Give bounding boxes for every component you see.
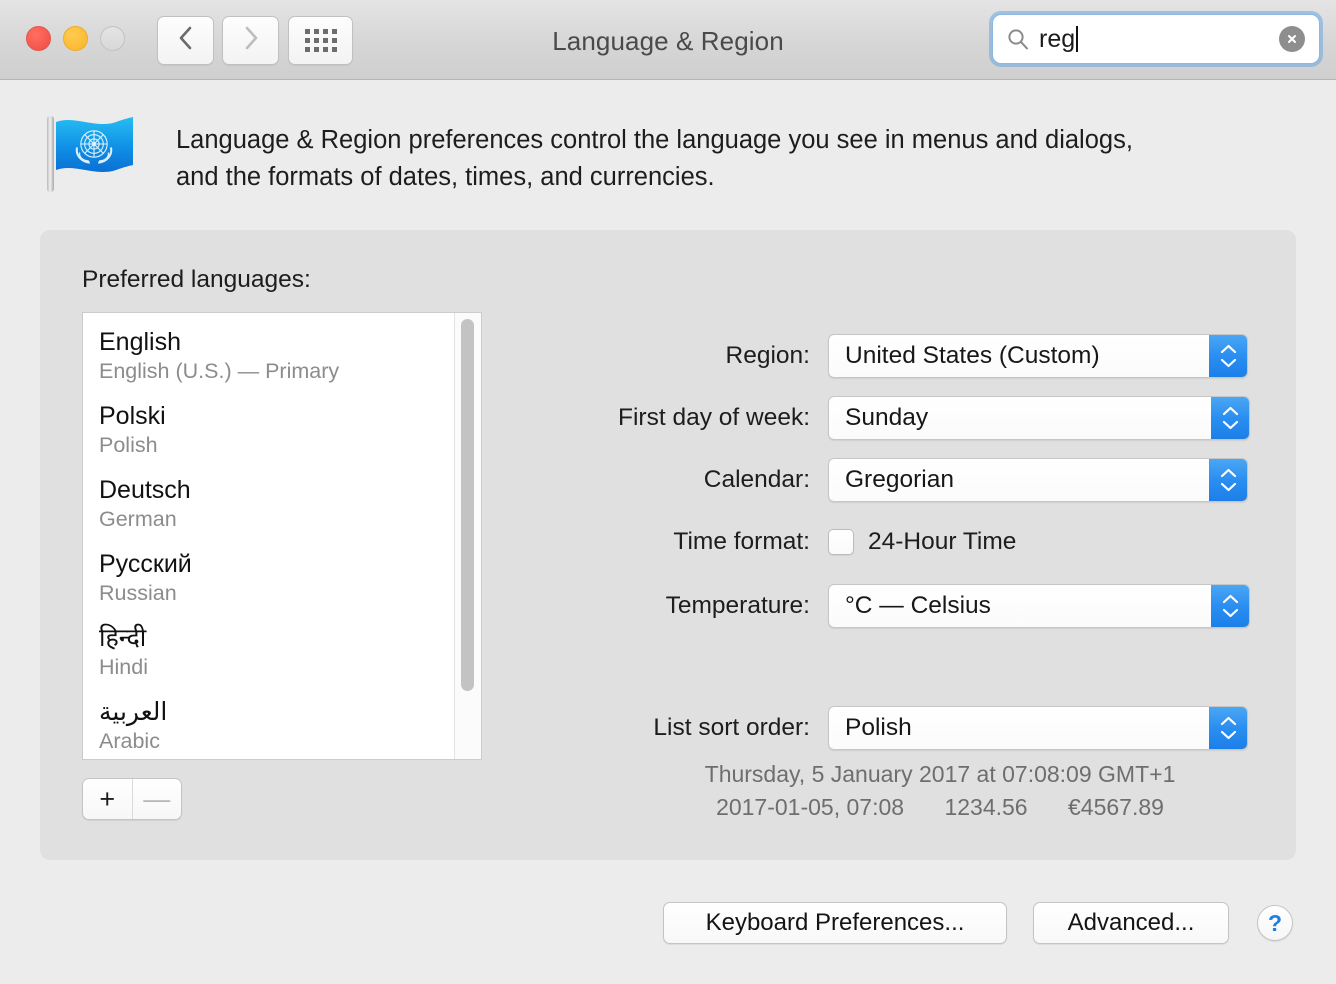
- clear-search-icon[interactable]: [1279, 26, 1305, 52]
- list-item[interactable]: Deutsch German: [83, 475, 455, 533]
- sample-number: 1234.56: [944, 794, 1027, 820]
- list-item[interactable]: Polski Polish: [83, 401, 455, 459]
- preferred-languages-list[interactable]: English English (U.S.) — Primary Polski …: [82, 312, 482, 760]
- 24-hour-time-label: 24-Hour Time: [868, 528, 1016, 556]
- language-list-scrollbar[interactable]: [454, 313, 481, 759]
- language-sub-label: German: [99, 505, 455, 533]
- list-sort-order-label: List sort order:: [560, 714, 828, 742]
- language-native-name: Polski: [99, 401, 455, 431]
- temperature-value: °C — Celsius: [829, 592, 991, 620]
- calendar-label: Calendar:: [560, 466, 828, 494]
- list-sort-order-popup-button[interactable]: Polish: [828, 706, 1248, 750]
- language-sub-label: English (U.S.) — Primary: [99, 357, 455, 385]
- add-remove-language-group: + —: [82, 778, 182, 820]
- keyboard-preferences-button[interactable]: Keyboard Preferences...: [663, 902, 1007, 944]
- calendar-row: Calendar: Gregorian: [560, 458, 1248, 502]
- preferred-languages-label: Preferred languages:: [82, 266, 311, 294]
- list-item[interactable]: हिन्दी Hindi: [83, 623, 455, 681]
- language-region-preferences-window: Language & Region reg: [0, 0, 1336, 984]
- language-native-name: العربية: [99, 697, 455, 727]
- list-sort-order-row: List sort order: Polish: [560, 706, 1248, 750]
- time-format-label: Time format:: [560, 528, 828, 556]
- time-format-row: Time format: 24-Hour Time: [560, 520, 1016, 564]
- 24-hour-time-checkbox[interactable]: [828, 529, 854, 555]
- language-native-name: Deutsch: [99, 475, 455, 505]
- language-native-name: हिन्दी: [99, 623, 455, 653]
- help-button[interactable]: ?: [1257, 905, 1293, 941]
- search-icon: [1007, 28, 1029, 50]
- language-native-name: Русский: [99, 549, 455, 579]
- preferences-header: Language & Region preferences control th…: [0, 80, 1336, 230]
- list-item[interactable]: English English (U.S.) — Primary: [83, 327, 455, 385]
- sample-short-date: 2017-01-05, 07:08: [716, 794, 904, 820]
- scrollbar-thumb[interactable]: [461, 319, 474, 691]
- chevron-up-down-icon[interactable]: [1211, 397, 1249, 439]
- search-input-value[interactable]: reg: [1039, 27, 1075, 52]
- chevron-up-down-icon[interactable]: [1209, 335, 1247, 377]
- description-line-1: Language & Region preferences control th…: [176, 122, 1236, 159]
- first-day-of-week-value: Sunday: [829, 404, 928, 432]
- chevron-up-down-icon[interactable]: [1209, 459, 1247, 501]
- calendar-popup-button[interactable]: Gregorian: [828, 458, 1248, 502]
- region-popup-button[interactable]: United States (Custom): [828, 334, 1248, 378]
- settings-panel: Preferred languages: English English (U.…: [40, 230, 1296, 860]
- temperature-popup-button[interactable]: °C — Celsius: [828, 584, 1250, 628]
- first-day-of-week-label: First day of week:: [560, 404, 828, 432]
- language-sub-label: Russian: [99, 579, 455, 607]
- first-day-of-week-popup-button[interactable]: Sunday: [828, 396, 1250, 440]
- sample-currency: €4567.89: [1068, 794, 1164, 820]
- region-value: United States (Custom): [829, 342, 1100, 370]
- window-titlebar: Language & Region reg: [0, 0, 1336, 80]
- description-line-2: and the formats of dates, times, and cur…: [176, 159, 1236, 196]
- chevron-up-down-icon[interactable]: [1211, 585, 1249, 627]
- sample-long-date: Thursday, 5 January 2017 at 07:08:09 GMT…: [600, 758, 1280, 791]
- region-label: Region:: [560, 342, 828, 370]
- preferences-description: Language & Region preferences control th…: [176, 122, 1236, 196]
- search-field[interactable]: reg: [992, 14, 1320, 64]
- list-item[interactable]: العربية Arabic: [83, 697, 455, 755]
- first-day-of-week-row: First day of week: Sunday: [560, 396, 1250, 440]
- language-sub-label: Polish: [99, 431, 455, 459]
- format-sample-preview: Thursday, 5 January 2017 at 07:08:09 GMT…: [600, 758, 1280, 824]
- language-items-container: English English (U.S.) — Primary Polski …: [83, 313, 455, 760]
- un-flag-icon: [44, 113, 136, 193]
- remove-language-button[interactable]: —: [132, 779, 182, 819]
- list-sort-order-value: Polish: [829, 714, 912, 742]
- add-language-button[interactable]: +: [83, 779, 132, 819]
- temperature-label: Temperature:: [560, 592, 828, 620]
- text-caret: [1076, 26, 1078, 52]
- sample-secondary-line: 2017-01-05, 07:08 1234.56 €4567.89: [600, 791, 1280, 824]
- language-sub-label: Hindi: [99, 653, 455, 681]
- advanced-button[interactable]: Advanced...: [1033, 902, 1229, 944]
- temperature-row: Temperature: °C — Celsius: [560, 584, 1250, 628]
- language-native-name: English: [99, 327, 455, 357]
- calendar-value: Gregorian: [829, 466, 954, 494]
- language-sub-label: Arabic: [99, 727, 455, 755]
- chevron-up-down-icon[interactable]: [1209, 707, 1247, 749]
- region-row: Region: United States (Custom): [560, 334, 1248, 378]
- list-item[interactable]: Русский Russian: [83, 549, 455, 607]
